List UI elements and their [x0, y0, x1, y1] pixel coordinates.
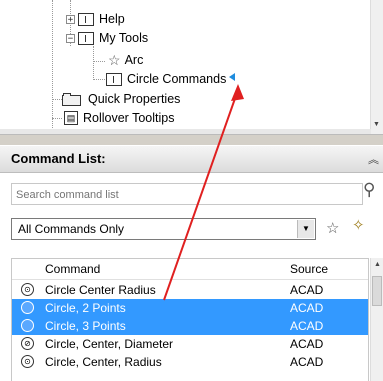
chevron-down-icon[interactable]: ▼ [297, 220, 314, 238]
tree-item-quick-properties[interactable]: Quick Properties [62, 90, 180, 108]
insert-marker-icon [229, 73, 235, 81]
circle-command-icon: ⊙ [21, 355, 34, 368]
table-row[interactable]: Circle, 3 Points ACAD [12, 317, 368, 335]
menu-node-icon [78, 31, 94, 45]
expand-icon[interactable]: + [66, 14, 75, 24]
circle-command-icon: ⊘ [21, 337, 34, 350]
command-source: ACAD [290, 337, 324, 351]
table-row[interactable]: ⊙ Circle, Center, Radius ACAD [12, 353, 368, 371]
command-filter-select[interactable]: All Commands Only ▼ [11, 218, 316, 240]
command-source: ACAD [290, 319, 324, 333]
command-list-header: Command List: ︽ [0, 146, 383, 173]
command-grid: Command Source ⊙ Circle Center Radius AC… [11, 258, 369, 381]
search-icon[interactable]: ⚲ [363, 180, 383, 202]
command-name: Circle, Center, Diameter [45, 337, 174, 351]
tree-guide-line [93, 46, 94, 80]
grid-vertical-scrollbar[interactable]: ▲ [370, 258, 383, 381]
command-name: Circle, 2 Points [45, 301, 126, 315]
command-list-title: Command List: [11, 151, 106, 166]
tree-item-label: My Tools [99, 31, 149, 45]
tree-guide-line [52, 99, 62, 100]
column-header-source[interactable]: Source [290, 262, 328, 276]
tree-item-rollover-tooltips[interactable]: ▤ Rollover Tooltips [64, 109, 174, 127]
tree-guide-line [52, 118, 62, 119]
tree-item-label: Circle Commands [127, 72, 227, 86]
new-command-icon[interactable]: ✧ [352, 216, 365, 234]
circle-command-icon: ⊙ [21, 283, 34, 296]
double-chevron-up-icon[interactable]: ︽ [368, 151, 379, 167]
filter-selected-value: All Commands Only [18, 222, 125, 236]
tree-item-label: Arc [124, 53, 144, 67]
folder-icon [62, 92, 82, 106]
circle-command-icon [21, 319, 34, 332]
command-name: Circle, 3 Points [45, 319, 126, 333]
star-icon: ☆ [108, 52, 121, 68]
scroll-down-icon[interactable]: ▼ [373, 121, 380, 128]
scroll-up-icon[interactable]: ▲ [374, 261, 381, 268]
tree-item-help[interactable]: + Help [66, 10, 125, 28]
command-source: ACAD [290, 283, 324, 297]
table-row[interactable]: Circle, 2 Points ACAD [12, 299, 368, 317]
table-row[interactable]: ⊘ Circle, Center, Diameter ACAD [12, 335, 368, 353]
collapse-icon[interactable]: − [66, 33, 75, 43]
panel-splitter[interactable] [0, 134, 383, 145]
tree-guide-line [93, 61, 105, 62]
column-header-command[interactable]: Command [45, 262, 100, 276]
command-source: ACAD [290, 355, 324, 369]
grid-header: Command Source [12, 259, 368, 280]
search-box[interactable] [11, 183, 363, 206]
menu-node-icon [106, 72, 122, 86]
find-command-icon[interactable]: ☆ [326, 219, 339, 237]
menu-node-icon [78, 12, 94, 26]
tree-item-circle-commands[interactable]: Circle Commands [106, 70, 226, 88]
tree-item-my-tools[interactable]: − My Tools [66, 29, 148, 47]
table-row[interactable]: ⊙ Circle Center Radius ACAD [12, 281, 368, 299]
command-source: ACAD [290, 301, 324, 315]
search-input[interactable] [12, 184, 348, 206]
tree-guide-line [93, 79, 105, 80]
tree-item-label: Rollover Tooltips [83, 111, 175, 125]
command-name: Circle, Center, Radius [45, 355, 162, 369]
tree-guide-line [52, 0, 53, 130]
tree-item-label: Quick Properties [88, 92, 181, 106]
customization-tree: + Help − My Tools ☆ Arc Circle Commands … [0, 0, 383, 134]
tree-item-arc[interactable]: ☆ Arc [108, 51, 143, 69]
tooltip-icon: ▤ [64, 111, 78, 125]
scrollbar-thumb[interactable] [372, 276, 382, 306]
command-name: Circle Center Radius [45, 283, 156, 297]
circle-command-icon [21, 301, 34, 314]
tree-item-label: Help [99, 12, 125, 26]
tree-vertical-scrollbar[interactable]: ▼ [370, 0, 383, 134]
